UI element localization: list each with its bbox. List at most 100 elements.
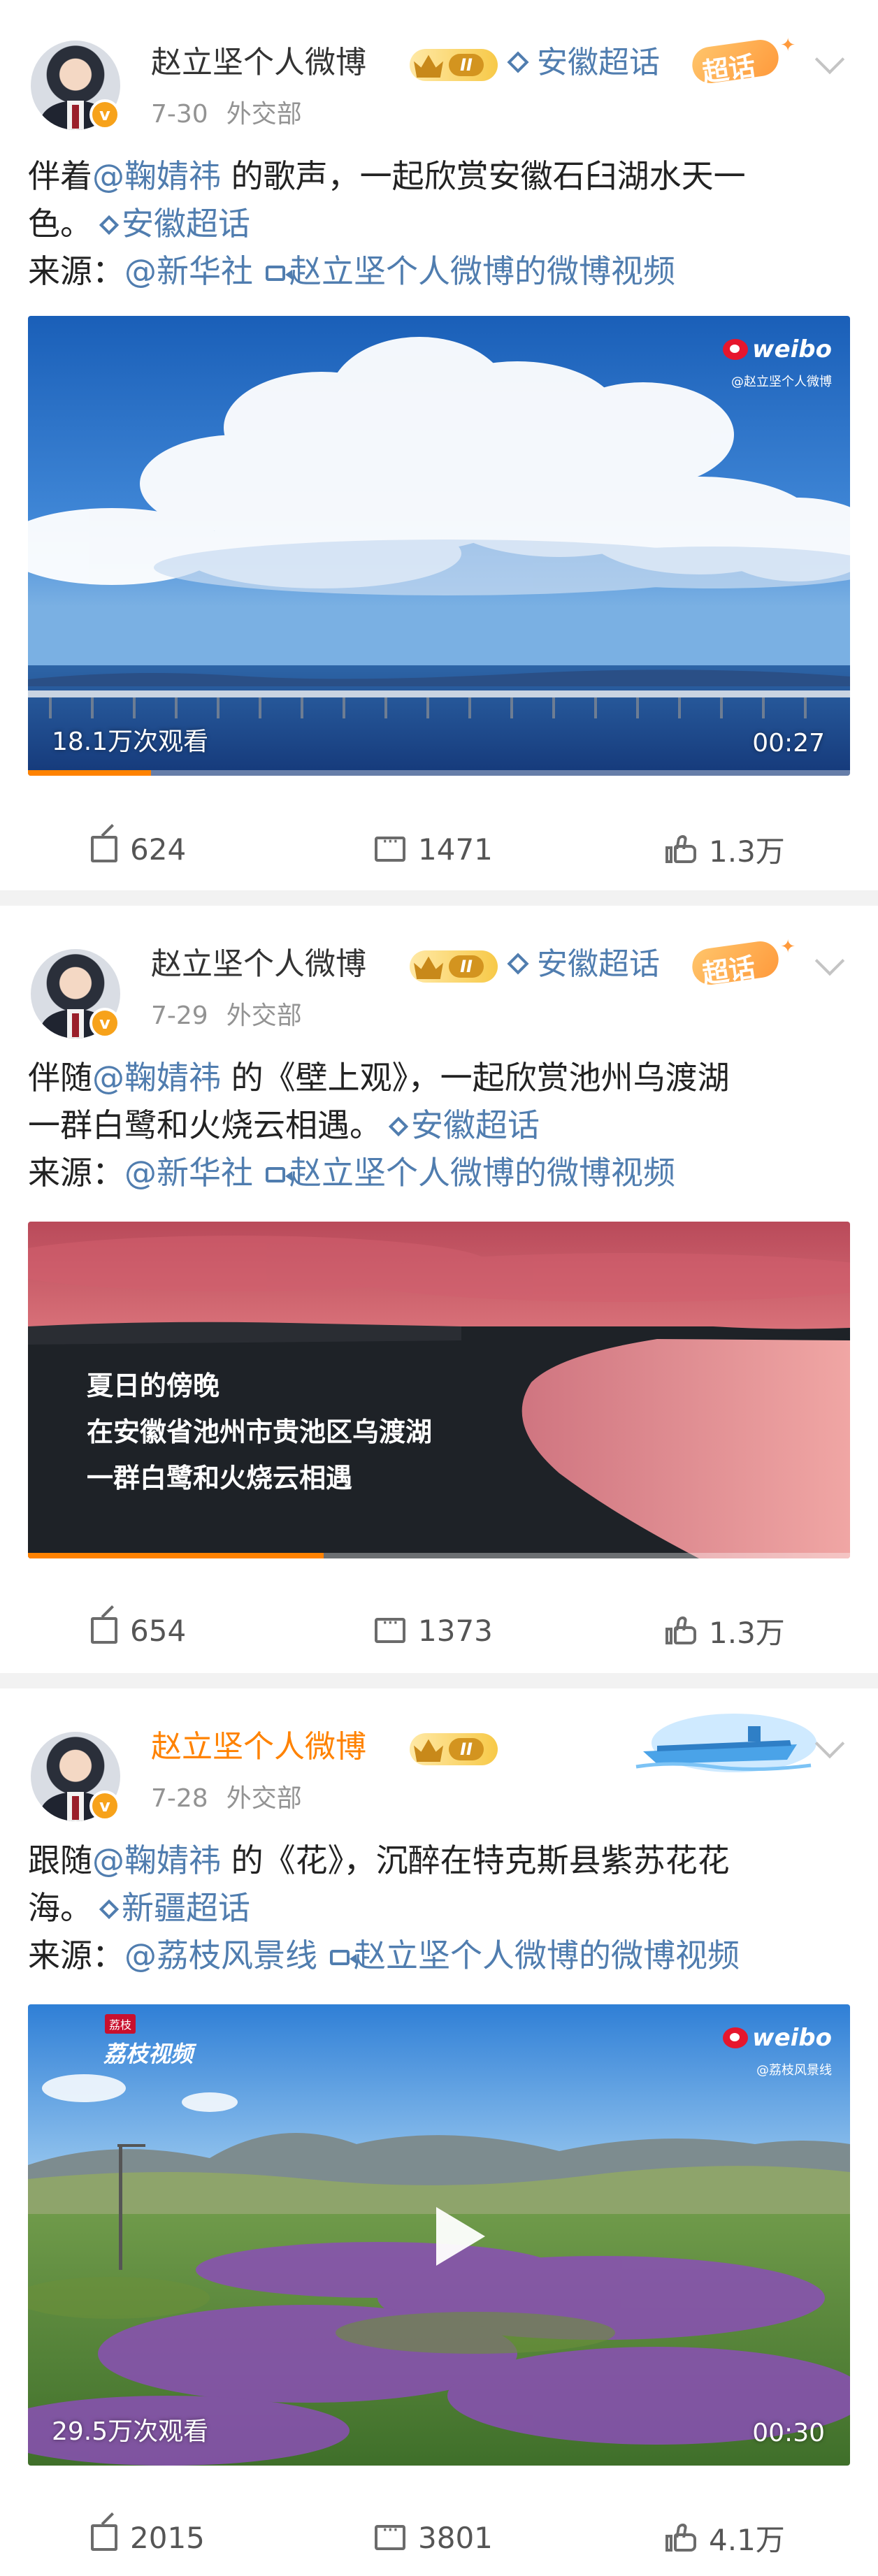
action-bar: 654 1373 1.3万 — [0, 1592, 878, 1669]
share-icon — [91, 1617, 117, 1644]
video-player[interactable]: weibo @赵立坚个人微博 18.1万次观看 00:27 — [28, 316, 850, 776]
share-count: 624 — [130, 832, 187, 867]
video-progress-fill — [28, 1553, 324, 1558]
crown-icon — [414, 956, 443, 979]
like-icon — [665, 1616, 696, 1644]
video-caption-line: 夏日的傍晚 — [87, 1370, 220, 1401]
weibo-logo-icon — [723, 339, 749, 360]
video-link-icon — [266, 1167, 292, 1182]
action-bar: 624 1471 1.3万 — [0, 811, 878, 888]
video-player[interactable]: 荔枝视频 荔枝 weibo @荔枝风景线 29.5万次观看 00:30 — [28, 2004, 850, 2466]
brand-watermark: 荔枝视频 — [103, 2041, 194, 2067]
crown-icon — [414, 1739, 443, 1762]
video-caption-line: 在安徽省池州市贵池区乌渡湖 — [87, 1417, 433, 1447]
post-date: 7-28 — [151, 1784, 208, 1813]
source-mention-link[interactable]: @新华社 — [124, 252, 253, 290]
verified-badge-icon: v — [89, 99, 120, 130]
crown-icon — [414, 55, 443, 78]
member-level-badge[interactable]: II — [410, 950, 498, 983]
post-text: 跟随@鞠婧祎 的《花》，沉醉在特克斯县紫苏花花 海。 新疆超话 来源：@荔枝风景线… — [28, 1841, 740, 1974]
video-progress-fill — [28, 770, 152, 776]
mention-link[interactable]: @鞠婧祎 — [92, 157, 221, 195]
view-count: 29.5万次观看 — [52, 2417, 209, 2446]
share-icon — [91, 836, 117, 862]
watermark-handle: @荔枝风景线 — [756, 2063, 832, 2078]
weibo-watermark: weibo — [723, 2024, 832, 2052]
verified-badge-icon: v — [89, 1790, 120, 1821]
view-count: 18.1万次观看 — [52, 728, 209, 756]
video-link[interactable]: 赵立坚个人微博的微博视频 — [289, 1154, 675, 1192]
like-count: 1.3万 — [709, 1615, 785, 1650]
verified-badge-icon: v — [89, 1008, 120, 1039]
like-count: 1.3万 — [709, 834, 785, 869]
feed-post: v 赵立坚个人微博 II 安徽超话 超话 ✦ 7-30 外交部 伴着@鞠婧祎 的歌… — [0, 0, 878, 890]
like-icon — [665, 2524, 696, 2552]
play-icon[interactable] — [436, 2207, 485, 2266]
video-progress-bar[interactable] — [28, 1553, 850, 1558]
sparkle-icon: ✦ — [780, 35, 796, 56]
sparkle-icon: ✦ — [780, 936, 796, 957]
post-source-org: 外交部 — [226, 100, 302, 129]
post-source-org: 外交部 — [226, 1784, 302, 1813]
video-link-icon — [330, 1950, 357, 1965]
source-mention-link[interactable]: @荔枝风景线 — [124, 1937, 317, 1974]
mention-link[interactable]: @鞠婧祎 — [92, 1059, 221, 1097]
comment-count: 3801 — [418, 2520, 493, 2555]
author-name[interactable]: 赵立坚个人微博 — [151, 1726, 366, 1768]
video-duration: 00:27 — [752, 729, 825, 758]
video-link-icon — [266, 266, 292, 281]
super-topic-tag[interactable]: 超话 ✦ — [689, 35, 798, 88]
comment-button[interactable]: 1373 — [375, 1592, 493, 1669]
share-button[interactable]: 2015 — [91, 2499, 205, 2576]
post-meta: 7-30 外交部 — [151, 98, 302, 131]
video-duration: 00:30 — [752, 2419, 825, 2447]
video-link[interactable]: 赵立坚个人微博的微博视频 — [289, 252, 675, 290]
author-name[interactable]: 赵立坚个人微博 — [151, 943, 366, 985]
comment-count: 1471 — [418, 832, 493, 867]
aircraft-carrier-icon — [635, 1714, 816, 1772]
post-date: 7-29 — [151, 1001, 208, 1030]
video-progress-bar[interactable] — [28, 770, 850, 776]
comment-button[interactable]: 3801 — [375, 2499, 493, 2576]
video-thumbnail-lake — [28, 316, 850, 776]
more-chevron-icon[interactable] — [814, 1728, 845, 1759]
video-link[interactable]: 赵立坚个人微博的微博视频 — [354, 1937, 740, 1974]
topic-link[interactable]: 安徽超话 — [506, 42, 660, 84]
share-button[interactable]: 654 — [91, 1592, 186, 1669]
comment-icon — [375, 2518, 405, 2550]
diamond-topic-icon — [99, 215, 120, 236]
inline-topic-link[interactable]: 安徽超话 — [411, 1106, 540, 1144]
member-level-badge[interactable]: II — [410, 49, 498, 81]
post-meta: 7-29 外交部 — [151, 999, 302, 1033]
video-player[interactable]: 夏日的傍晚 在安徽省池州市贵池区乌渡湖 一群白鹭和火烧云相遇 — [28, 1222, 850, 1558]
share-count: 654 — [130, 1613, 187, 1648]
comment-button[interactable]: 1471 — [375, 811, 493, 888]
like-button[interactable]: 1.3万 — [665, 811, 785, 888]
feed-post: v 赵立坚个人微博 II 7-28 外交部 跟随@鞠婧祎 的《花》，沉醉在特克斯县… — [0, 1688, 878, 2576]
topic-link[interactable]: 安徽超话 — [506, 943, 660, 985]
weibo-watermark: weibo — [723, 335, 832, 363]
diamond-topic-icon — [99, 1899, 120, 1920]
member-level-badge[interactable]: II — [410, 1733, 498, 1765]
super-topic-tag[interactable]: 超话 ✦ — [689, 936, 798, 990]
comment-icon — [375, 830, 405, 862]
more-chevron-icon[interactable] — [814, 946, 845, 976]
like-count: 4.1万 — [709, 2522, 785, 2557]
share-count: 2015 — [130, 2520, 205, 2555]
source-mention-link[interactable]: @新华社 — [124, 1154, 253, 1192]
inline-topic-link[interactable]: 新疆超话 — [122, 1889, 250, 1927]
post-meta: 7-28 外交部 — [151, 1782, 302, 1816]
like-button[interactable]: 4.1万 — [665, 2499, 785, 2576]
level-number: II — [449, 1738, 484, 1760]
post-date: 7-30 — [151, 100, 208, 129]
more-chevron-icon[interactable] — [814, 44, 845, 75]
video-caption-line: 一群白鹭和火烧云相遇 — [87, 1463, 353, 1493]
inline-topic-link[interactable]: 安徽超话 — [122, 205, 250, 243]
feed-post: v 赵立坚个人微博 II 安徽超话 超话 ✦ 7-29 外交部 伴随@鞠婧祎 的《… — [0, 906, 878, 1673]
share-button[interactable]: 624 — [91, 811, 186, 888]
like-button[interactable]: 1.3万 — [665, 1592, 785, 1669]
author-name[interactable]: 赵立坚个人微博 — [151, 42, 366, 84]
mention-link[interactable]: @鞠婧祎 — [92, 1841, 221, 1879]
post-source-org: 外交部 — [226, 1001, 302, 1030]
comment-icon — [375, 1611, 405, 1643]
